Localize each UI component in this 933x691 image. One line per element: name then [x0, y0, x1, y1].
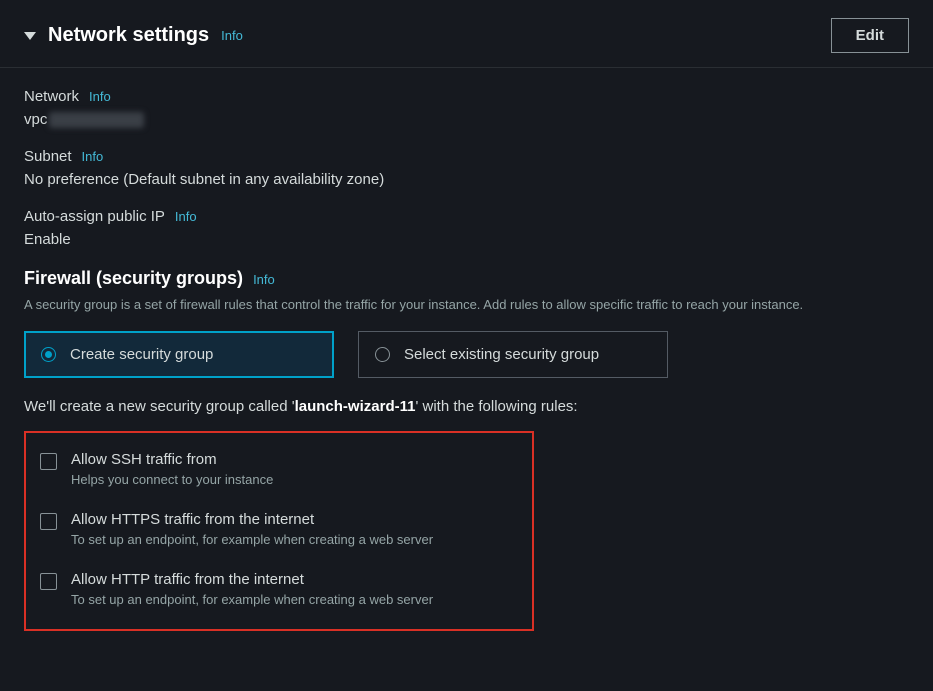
- allow-ssh-row: Allow SSH traffic from Helps you connect…: [36, 445, 522, 493]
- subnet-info-link[interactable]: Info: [82, 149, 104, 164]
- edit-button[interactable]: Edit: [831, 18, 909, 53]
- network-label-row: Network Info: [24, 88, 909, 105]
- allow-http-label: Allow HTTP traffic from the internet: [71, 571, 433, 588]
- allow-https-checkbox[interactable]: [40, 513, 57, 530]
- auto-assign-label: Auto-assign public IP: [24, 208, 165, 225]
- rules-intro-pre: We'll create a new security group called…: [24, 398, 295, 415]
- firewall-info-link[interactable]: Info: [253, 272, 275, 287]
- rules-intro-name: launch-wizard-11: [295, 398, 416, 415]
- allow-https-label: Allow HTTPS traffic from the internet: [71, 511, 433, 528]
- network-field: Network Info vpc: [24, 88, 909, 128]
- auto-assign-info-link[interactable]: Info: [175, 209, 197, 224]
- firewall-description: A security group is a set of firewall ru…: [24, 295, 909, 315]
- allow-http-desc: To set up an endpoint, for example when …: [71, 592, 433, 607]
- rules-intro-post: ' with the following rules:: [415, 398, 577, 415]
- subnet-field: Subnet Info No preference (Default subne…: [24, 148, 909, 188]
- radio-icon: [41, 347, 56, 362]
- create-security-group-tile[interactable]: Create security group: [24, 331, 334, 378]
- allow-ssh-text: Allow SSH traffic from Helps you connect…: [71, 451, 273, 487]
- allow-ssh-label: Allow SSH traffic from: [71, 451, 273, 468]
- network-settings-panel: Network settings Info Edit Network Info …: [0, 0, 933, 679]
- allow-ssh-desc: Helps you connect to your instance: [71, 472, 273, 487]
- network-info-link[interactable]: Info: [89, 89, 111, 104]
- security-group-tile-group: Create security group Select existing se…: [24, 331, 909, 378]
- vpc-id-redacted: [49, 112, 144, 128]
- auto-assign-ip-field: Auto-assign public IP Info Enable: [24, 208, 909, 248]
- firewall-title-row: Firewall (security groups) Info: [24, 268, 275, 289]
- allow-http-checkbox[interactable]: [40, 573, 57, 590]
- auto-assign-label-row: Auto-assign public IP Info: [24, 208, 909, 225]
- subnet-value: No preference (Default subnet in any ava…: [24, 171, 909, 188]
- allow-http-row: Allow HTTP traffic from the internet To …: [36, 565, 522, 613]
- allow-https-desc: To set up an endpoint, for example when …: [71, 532, 433, 547]
- select-sg-label: Select existing security group: [404, 346, 599, 363]
- collapse-caret-icon[interactable]: [24, 32, 36, 40]
- create-sg-label: Create security group: [70, 346, 213, 363]
- allow-http-text: Allow HTTP traffic from the internet To …: [71, 571, 433, 607]
- auto-assign-value: Enable: [24, 231, 909, 248]
- firewall-title: Firewall (security groups): [24, 268, 243, 289]
- rules-intro: We'll create a new security group called…: [24, 398, 909, 415]
- panel-body: Network Info vpc Subnet Info No preferen…: [0, 68, 933, 671]
- vpc-prefix: vpc: [24, 111, 47, 128]
- subnet-label: Subnet: [24, 148, 72, 165]
- select-existing-security-group-tile[interactable]: Select existing security group: [358, 331, 668, 378]
- panel-header: Network settings Info Edit: [0, 8, 933, 68]
- network-value: vpc: [24, 111, 909, 128]
- firewall-section: Firewall (security groups) Info A securi…: [24, 268, 909, 631]
- allow-ssh-checkbox[interactable]: [40, 453, 57, 470]
- allow-https-text: Allow HTTPS traffic from the internet To…: [71, 511, 433, 547]
- network-label: Network: [24, 88, 79, 105]
- subnet-label-row: Subnet Info: [24, 148, 909, 165]
- radio-icon: [375, 347, 390, 362]
- panel-title: Network settings: [48, 24, 209, 47]
- network-settings-info-link[interactable]: Info: [221, 28, 243, 43]
- allow-https-row: Allow HTTPS traffic from the internet To…: [36, 505, 522, 553]
- panel-header-left: Network settings Info: [24, 24, 243, 47]
- rules-highlight-box: Allow SSH traffic from Helps you connect…: [24, 431, 534, 631]
